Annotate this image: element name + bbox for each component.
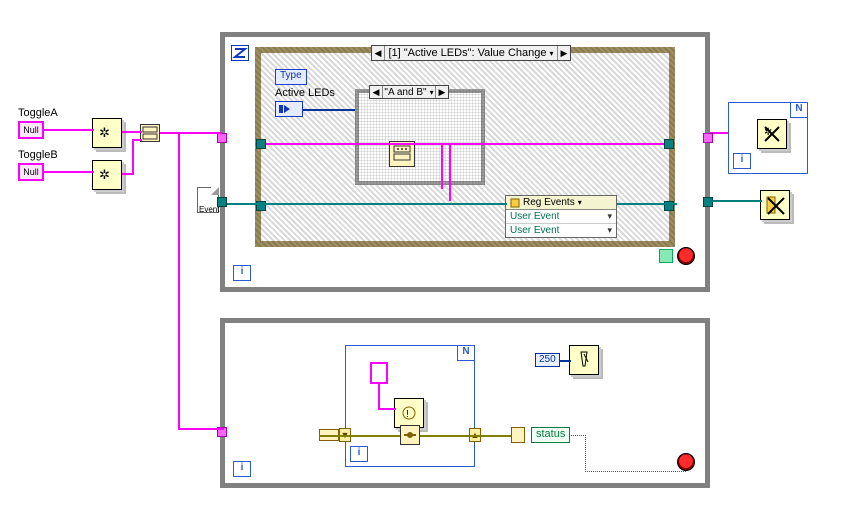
- lower-loop-iteration-terminal: i: [233, 461, 251, 477]
- generate-user-event-icon[interactable]: !: [394, 398, 424, 428]
- reg-events-row-0[interactable]: User Event▾: [506, 210, 616, 224]
- inner-case-structure[interactable]: ◀ "A and B" ▾ ▶: [355, 89, 485, 185]
- lower-loop-stop-button[interactable]: [677, 453, 695, 471]
- svg-text:✲: ✲: [99, 125, 110, 140]
- destroy-user-event-icon[interactable]: ✲: [757, 119, 787, 149]
- for-loop-N2-terminal: N: [457, 345, 475, 361]
- event-case-label: [1] "Active LEDs": Value Change: [388, 47, 546, 59]
- toggle-a-terminal[interactable]: Null: [18, 121, 44, 139]
- event-type-tag: Type: [275, 69, 307, 85]
- toggle-b-terminal[interactable]: Null: [18, 163, 44, 181]
- for-loop-N-terminal: N: [790, 102, 808, 118]
- chevron-down-icon[interactable]: ▾: [578, 198, 582, 207]
- for-loop-destroy[interactable]: N i ✲: [728, 102, 808, 174]
- dynamic-event-terminal-icon: [231, 45, 249, 61]
- inner-case-selector[interactable]: ◀ "A and B" ▾ ▶: [369, 85, 449, 99]
- upper-loop-right-tunnel-pink: [703, 133, 713, 143]
- event-right-tunnel-cluster: [664, 139, 674, 149]
- upper-loop-iteration-terminal: i: [233, 265, 251, 281]
- unregister-events-icon[interactable]: [760, 190, 790, 220]
- event-left-tunnel-cluster: [256, 139, 266, 149]
- wait-ms-icon[interactable]: [569, 345, 599, 375]
- for-loop-i1-terminal: i: [733, 153, 751, 169]
- active-leds-terminal[interactable]: [275, 101, 303, 117]
- unbundle-by-name-node[interactable]: [511, 427, 525, 443]
- toggle-a-label: ToggleA: [18, 107, 58, 119]
- event-case-prev-icon[interactable]: ◀: [372, 46, 385, 60]
- reg-events-row-1[interactable]: User Event▾: [506, 224, 616, 237]
- user-event-ref-element: [370, 362, 388, 384]
- status-field-label: status: [531, 427, 570, 443]
- event-case-selector[interactable]: ◀ [1] "Active LEDs": Value Change ▾ ▶: [371, 45, 571, 61]
- merge-errors-node[interactable]: [400, 425, 420, 445]
- upper-loop-left-tunnel-teal: [217, 197, 227, 207]
- create-user-event-b-icon[interactable]: ✲: [92, 160, 122, 190]
- upper-loop-stop-button[interactable]: [677, 247, 695, 265]
- inner-case-label: "A and B": [384, 87, 426, 98]
- wait-ms-constant[interactable]: 250: [535, 353, 560, 367]
- inner-case-prev-icon[interactable]: ◀: [370, 86, 383, 98]
- register-for-events-node[interactable]: Reg Events ▾ User Event▾ User Event▾: [505, 195, 617, 238]
- lower-while-loop[interactable]: i 250 N i ! ▼ ▲ status: [220, 318, 710, 488]
- bundle-node[interactable]: [140, 124, 160, 142]
- for-loop-generate[interactable]: N i !: [345, 345, 475, 467]
- register-events-header: Reg Events: [523, 197, 575, 208]
- create-user-event-a-icon[interactable]: ✲: [92, 118, 122, 148]
- svg-text:✲: ✲: [99, 167, 110, 182]
- upper-loop-cond-terminal[interactable]: [659, 249, 673, 263]
- upper-while-loop[interactable]: i Event ◀ [1] "Active LEDs": Value Chang…: [220, 32, 710, 292]
- upper-loop-right-tunnel-teal: [703, 197, 713, 207]
- svg-text:!: !: [406, 409, 409, 420]
- for-loop-i2-terminal: i: [350, 446, 368, 462]
- active-leds-label: Active LEDs: [275, 87, 335, 99]
- inner-case-next-icon[interactable]: ▶: [435, 86, 448, 98]
- upper-loop-left-tunnel-pink: [217, 133, 227, 143]
- event-case-next-icon[interactable]: ▶: [557, 46, 570, 60]
- toggle-b-label: ToggleB: [18, 149, 58, 161]
